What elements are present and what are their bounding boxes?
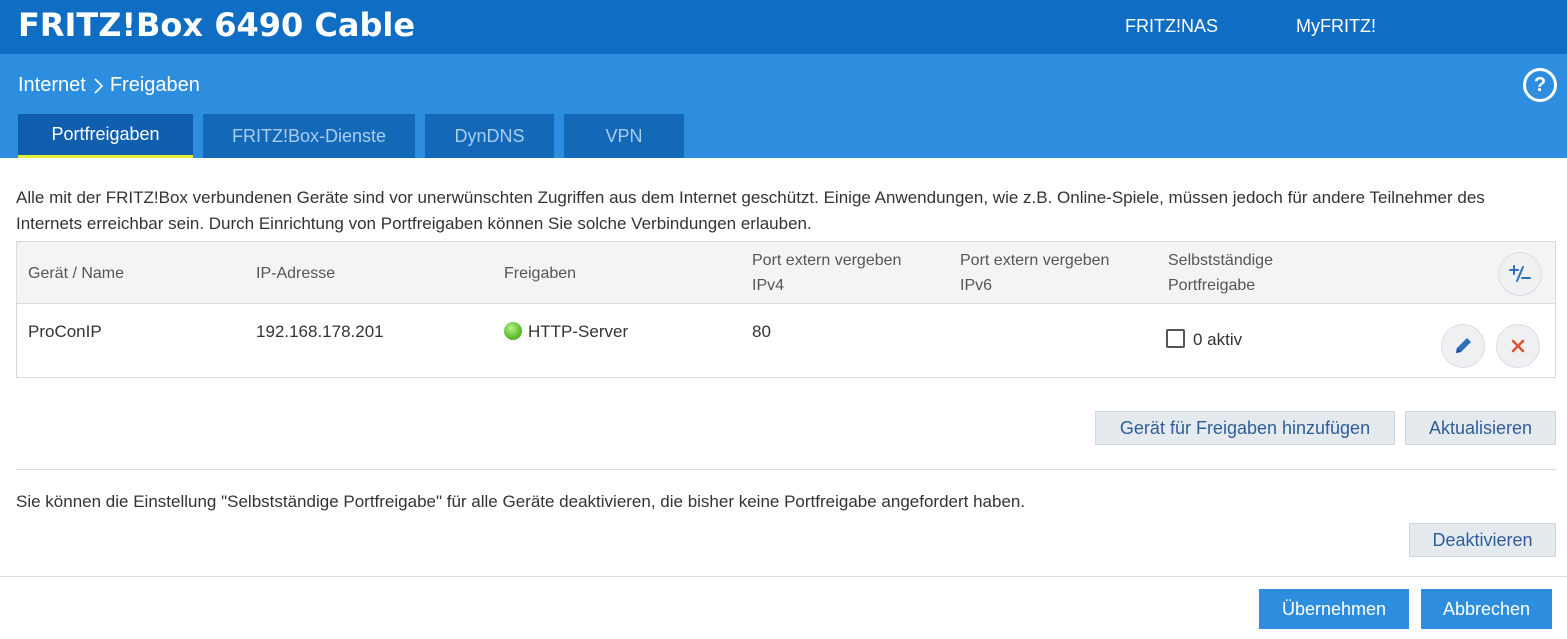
- share-name: HTTP-Server: [528, 322, 629, 341]
- breadcrumb-current: Freigaben: [109, 74, 200, 96]
- tab-vpn[interactable]: VPN: [564, 114, 684, 158]
- nav-myfritz-link[interactable]: MyFRITZ!: [1296, 16, 1376, 37]
- column-header-port-ipv4: Port extern vergeben IPv4: [752, 252, 902, 294]
- device-name: ProConIP: [28, 322, 102, 341]
- ip-address: 192.168.178.201: [256, 322, 384, 341]
- edit-button[interactable]: [1441, 324, 1485, 368]
- product-title: FRITZ!Box 6490 Cable: [18, 6, 416, 44]
- breadcrumb-parent[interactable]: Internet: [18, 74, 86, 97]
- auto-release-checkbox[interactable]: [1166, 329, 1185, 348]
- breadcrumb: Internet Freigaben: [18, 74, 200, 97]
- deactivate-note: Sie können die Einstellung "Selbstständi…: [16, 492, 1026, 511]
- close-icon: [1511, 339, 1525, 353]
- port-ipv4: 80: [752, 322, 771, 341]
- table-row: ProConIP 192.168.178.201 HTTP-Server 80 …: [17, 304, 1555, 378]
- tab-bar: Portfreigaben FRITZ!Box-Dienste DynDNS V…: [18, 114, 684, 158]
- footer-divider: [0, 576, 1567, 577]
- status-dot-icon: [504, 322, 522, 340]
- intro-text: Alle mit der FRITZ!Box verbundenen Gerät…: [16, 188, 1485, 233]
- chevron-right-icon: [94, 77, 103, 94]
- column-header-shares: Freigaben: [504, 265, 577, 282]
- column-header-ip: IP-Adresse: [256, 265, 336, 282]
- column-header-auto-release: Selbstständige Portfreigabe: [1168, 252, 1273, 294]
- help-icon[interactable]: ?: [1523, 68, 1557, 102]
- auto-release-cell: 0 aktiv: [1166, 329, 1242, 350]
- auto-release-label: 0 aktiv: [1193, 330, 1243, 349]
- port-sharing-table: Gerät / Name IP-Adresse Freigaben Port e…: [16, 241, 1556, 378]
- delete-button[interactable]: [1496, 324, 1540, 368]
- nav-fritznas-link[interactable]: FRITZ!NAS: [1125, 16, 1218, 37]
- deactivate-button[interactable]: Deaktivieren: [1409, 523, 1556, 557]
- sub-header: Internet Freigaben ? Portfreigaben FRITZ…: [0, 54, 1567, 158]
- tab-dyndns[interactable]: DynDNS: [425, 114, 554, 158]
- top-bar: FRITZ!Box 6490 Cable FRITZ!NAS MyFRITZ!: [0, 0, 1567, 54]
- refresh-button[interactable]: Aktualisieren: [1405, 411, 1556, 445]
- divider: [16, 469, 1556, 470]
- pencil-icon: [1456, 338, 1471, 353]
- apply-button[interactable]: Übernehmen: [1259, 589, 1409, 629]
- add-device-button[interactable]: Gerät für Freigaben hinzufügen: [1095, 411, 1395, 445]
- plus-minus-icon[interactable]: [1498, 252, 1542, 296]
- cancel-button[interactable]: Abbrechen: [1421, 589, 1552, 629]
- share-cell: HTTP-Server: [504, 322, 628, 342]
- column-header-port-ipv6: Port extern vergeben IPv6: [960, 252, 1110, 294]
- tab-portfreigaben[interactable]: Portfreigaben: [18, 114, 193, 158]
- table-header: Gerät / Name IP-Adresse Freigaben Port e…: [17, 242, 1555, 304]
- tab-fritzbox-dienste[interactable]: FRITZ!Box-Dienste: [203, 114, 415, 158]
- column-header-device: Gerät / Name: [28, 265, 125, 282]
